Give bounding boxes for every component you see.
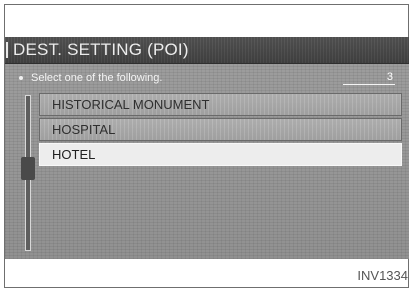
figure-code: INV1334	[357, 268, 408, 283]
list-item-hospital[interactable]: HOSPITAL	[39, 118, 402, 141]
page-title: DEST. SETTING (POI)	[13, 40, 189, 59]
list-item-label: HOSPITAL	[52, 122, 116, 137]
result-count: 3	[343, 70, 395, 85]
title-mark-icon	[6, 42, 8, 58]
scroll-thumb[interactable]	[21, 157, 35, 180]
list-item-historical-monument[interactable]: HISTORICAL MONUMENT	[39, 93, 402, 116]
prompt-row: Select one of the following. 3	[17, 70, 397, 86]
navigation-screen: DEST. SETTING (POI) Select one of the fo…	[5, 37, 409, 259]
bullet-icon	[19, 76, 23, 80]
empty-list-row	[39, 168, 402, 191]
poi-category-list: HISTORICAL MONUMENT HOSPITAL HOTEL	[39, 93, 402, 243]
list-item-label: HISTORICAL MONUMENT	[52, 97, 210, 112]
empty-list-row	[39, 218, 402, 241]
result-count-value: 3	[386, 71, 393, 83]
prompt-text: Select one of the following.	[31, 72, 163, 84]
list-item-hotel[interactable]: HOTEL	[39, 143, 402, 166]
empty-list-row	[39, 193, 402, 216]
title-bar: DEST. SETTING (POI)	[5, 37, 409, 64]
list-item-label: HOTEL	[52, 147, 96, 162]
